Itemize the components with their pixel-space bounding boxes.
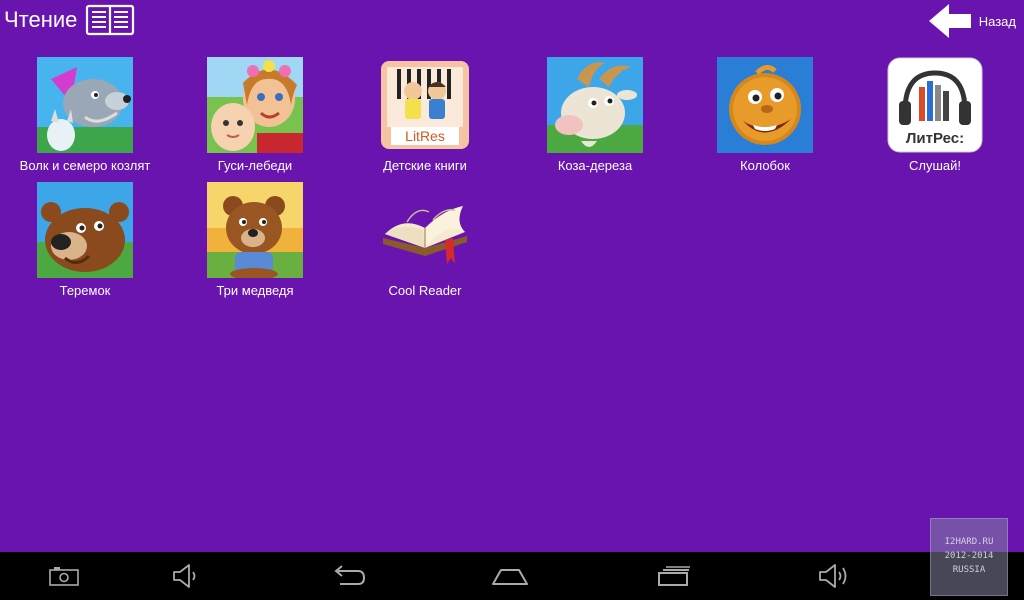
- goat-icon: [547, 57, 643, 153]
- app-cool-reader[interactable]: Cool Reader: [340, 182, 510, 298]
- litres-kids-icon: LitRes: [381, 61, 469, 149]
- recent-apps-button[interactable]: [654, 560, 694, 592]
- three-bears-icon: [207, 182, 303, 278]
- app-wolf-goats[interactable]: Волк и семеро козлят: [0, 57, 170, 173]
- volume-up-icon: [819, 564, 847, 588]
- open-book-icon: [86, 4, 135, 36]
- app-label: Cool Reader: [388, 283, 462, 298]
- watermark-line: RUSSIA: [952, 565, 986, 575]
- app-goat[interactable]: Коза-дереза: [510, 57, 680, 173]
- back-button[interactable]: Назад: [928, 2, 1016, 40]
- watermark-line: 2012-2014: [944, 551, 994, 561]
- wolf-goats-icon: [37, 57, 133, 153]
- title-group: Чтение: [4, 4, 135, 36]
- app-label: Волк и семеро козлят: [19, 158, 151, 173]
- back-label: Назад: [978, 13, 1016, 29]
- app-kolobok[interactable]: Колобок: [680, 57, 850, 173]
- volume-down-icon: [173, 564, 196, 588]
- recent-apps-icon: [658, 566, 690, 586]
- svg-text:ЛитРес:: ЛитРес:: [906, 130, 964, 147]
- svg-text:LitRes: LitRes: [405, 128, 445, 144]
- header: Чтение Назад: [0, 0, 1024, 44]
- app-three-bears[interactable]: Три медведя: [170, 182, 340, 298]
- litres-listen-icon: ЛитРес:: [887, 57, 983, 153]
- nav-back-button[interactable]: [328, 560, 368, 592]
- watermark-line: I2HARD.RU: [944, 537, 994, 547]
- app-label: Детские книги: [383, 158, 467, 173]
- screenshot-button[interactable]: [44, 560, 84, 592]
- app-label: Колобок: [740, 158, 790, 173]
- home-button[interactable]: [490, 560, 530, 592]
- page-title: Чтение: [4, 7, 78, 32]
- app-listen[interactable]: ЛитРес: Слушай!: [850, 57, 1020, 173]
- back-arrow-icon: [928, 4, 971, 38]
- volume-down-button[interactable]: [166, 560, 206, 592]
- app-label: Теремок: [59, 283, 111, 298]
- geese-swans-icon: [207, 57, 303, 153]
- watermark-logo: I2HARD.RU 2012-2014 RUSSIA: [930, 518, 1008, 596]
- app-label: Коза-дереза: [557, 158, 633, 173]
- system-navigation-bar: [0, 552, 1024, 600]
- app-label: Три медведя: [216, 283, 294, 298]
- kolobok-icon: [717, 57, 813, 153]
- app-kids-books[interactable]: LitRes Детские книги: [340, 57, 510, 173]
- volume-up-button[interactable]: [814, 560, 854, 592]
- cool-reader-book-icon: [383, 206, 467, 264]
- app-geese-swans[interactable]: Гуси-лебеди: [170, 57, 340, 173]
- app-teremok[interactable]: Теремок: [0, 182, 170, 298]
- home-icon: [492, 569, 528, 585]
- app-label: Гуси-лебеди: [217, 158, 293, 173]
- home-screen: Чтение Назад Волк и семеро козлят Гуси-л…: [0, 0, 1024, 552]
- screenshot-icon: [49, 567, 79, 586]
- app-label: Слушай!: [908, 158, 961, 173]
- bear-teremok-icon: [37, 182, 133, 278]
- back-icon: [334, 565, 366, 585]
